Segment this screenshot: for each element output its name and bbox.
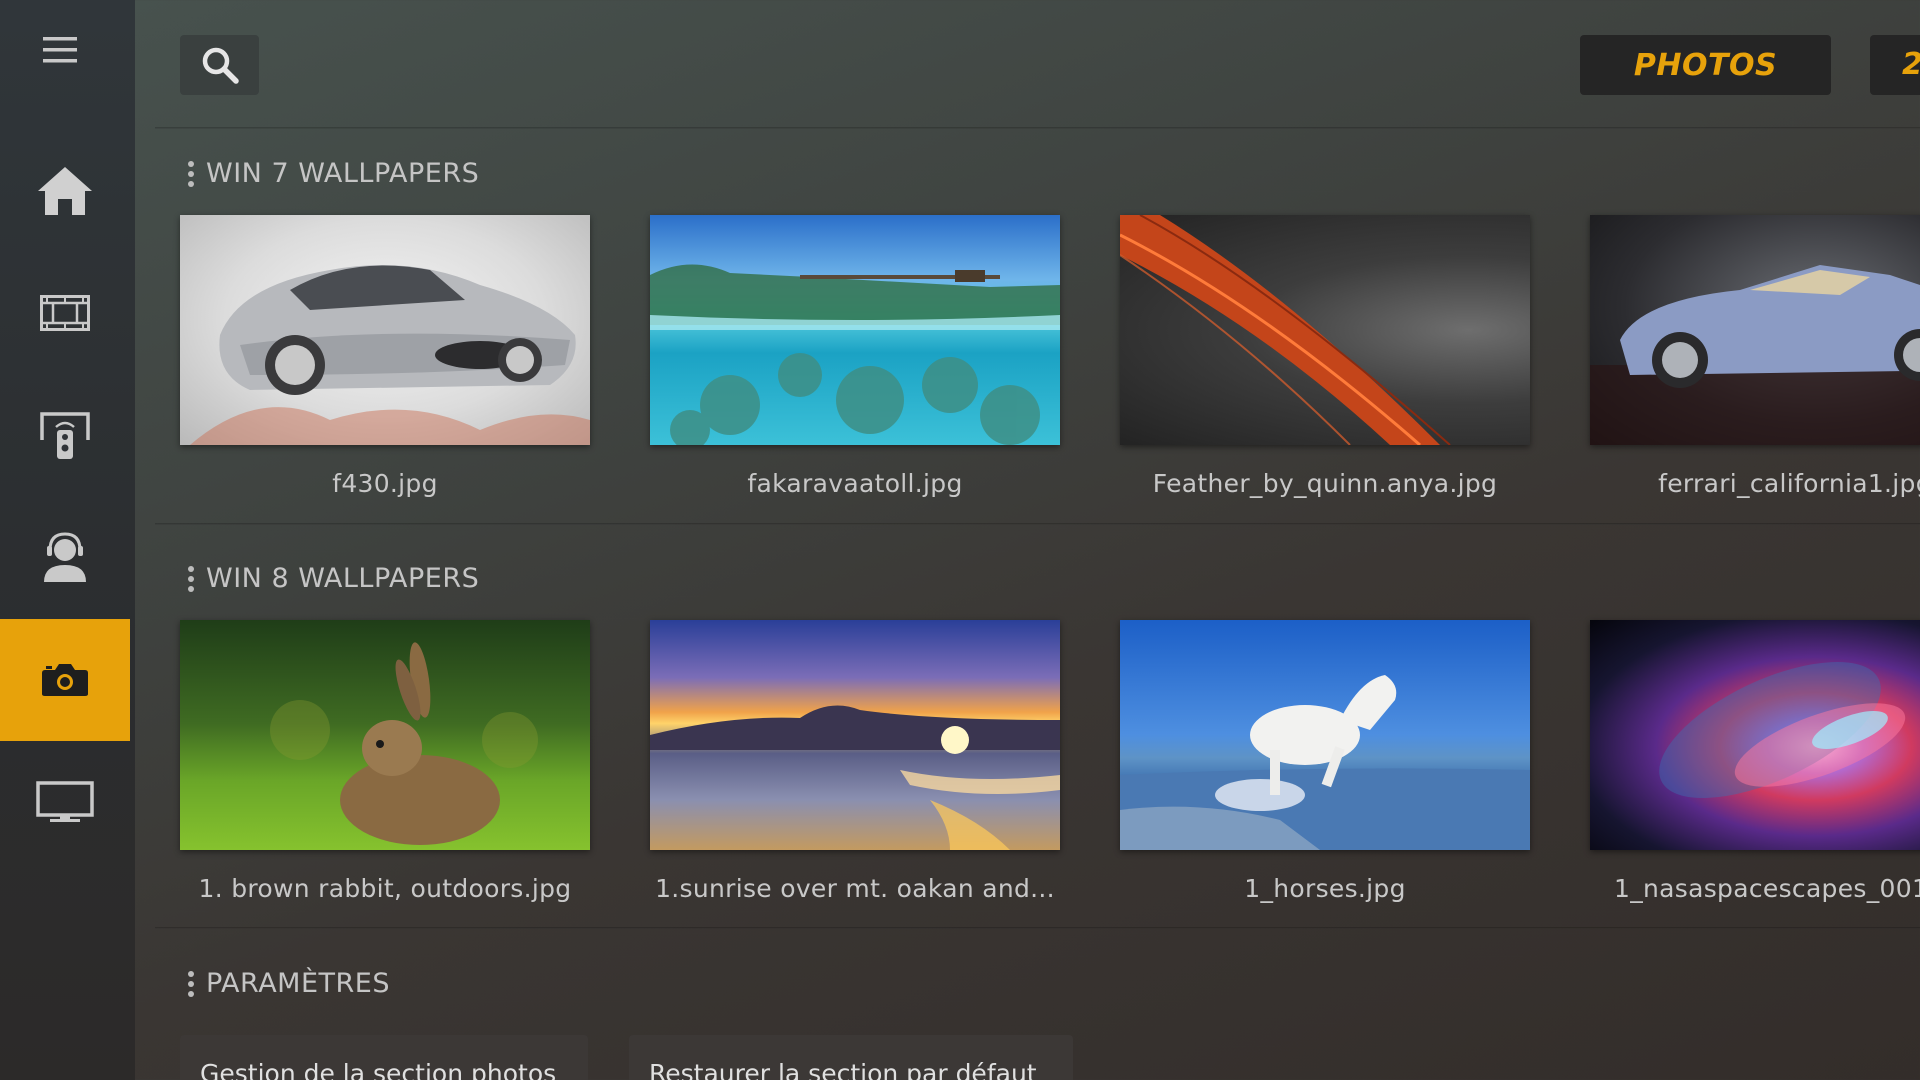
camera-icon [42, 664, 88, 696]
photo-tile[interactable]: 1. brown rabbit, outdoors.jpg [180, 620, 590, 903]
photo-caption: f430.jpg [332, 469, 438, 498]
section-title-text: WIN 7 WALLPAPERS [206, 158, 480, 189]
photo-thumbnail [650, 215, 1060, 445]
photo-tile[interactable]: f430.jpg [180, 215, 590, 498]
count-badge[interactable]: 2 [1870, 35, 1920, 95]
search-icon [202, 47, 239, 84]
sidebar-item-people[interactable] [0, 496, 130, 618]
divider [155, 523, 1920, 525]
user-headset-icon [44, 532, 86, 582]
photo-thumbnail [650, 620, 1060, 850]
photo-thumbnail [1120, 215, 1530, 445]
photo-caption: fakaravaatoll.jpg [747, 469, 963, 498]
sidebar-item-home[interactable] [0, 130, 130, 252]
photo-tile[interactable]: ferrari_california1.jpg [1590, 215, 1920, 498]
hamburger-menu-icon[interactable] [38, 30, 82, 70]
more-options-icon [188, 160, 194, 187]
photo-thumbnail [180, 215, 590, 445]
section-label-badge[interactable]: PHOTOS [1580, 35, 1831, 95]
remote-control-icon [40, 412, 90, 459]
photo-thumbnail [180, 620, 590, 850]
section-title-settings[interactable]: PARAMÈTRES [188, 968, 390, 999]
photo-caption: 1.sunrise over mt. oakan and... [655, 874, 1055, 903]
film-icon [40, 295, 90, 331]
divider [155, 127, 1920, 129]
sidebar-item-movies[interactable] [0, 252, 130, 374]
photo-caption: 1. brown rabbit, outdoors.jpg [198, 874, 572, 903]
sidebar [0, 0, 135, 1080]
more-options-icon [188, 970, 194, 997]
photo-caption: 1_nasaspacescapes_001.jpg [1614, 874, 1920, 903]
sidebar-item-tv[interactable] [0, 741, 130, 863]
photo-thumbnail [1590, 215, 1920, 445]
divider [155, 927, 1920, 929]
restore-default-section-button[interactable]: Restaurer la section par défaut [629, 1035, 1073, 1080]
tv-icon [36, 781, 94, 822]
photo-caption: 1_horses.jpg [1244, 874, 1406, 903]
more-options-icon [188, 565, 194, 592]
search-button[interactable] [180, 35, 259, 95]
manage-photos-section-button[interactable]: Gestion de la section photos [180, 1035, 588, 1080]
photo-caption: Feather_by_quinn.anya.jpg [1152, 469, 1498, 498]
home-icon [38, 167, 92, 215]
section-title-win7[interactable]: WIN 7 WALLPAPERS [188, 158, 479, 189]
photo-tile[interactable]: 1_nasaspacescapes_001.jpg [1590, 620, 1920, 903]
photo-tile[interactable]: Feather_by_quinn.anya.jpg [1120, 215, 1530, 498]
photo-tile[interactable]: 1.sunrise over mt. oakan and... [650, 620, 1060, 903]
sidebar-item-remote[interactable] [0, 374, 130, 496]
photo-thumbnail [1120, 620, 1530, 850]
sidebar-item-photos[interactable] [0, 619, 130, 741]
photo-caption: ferrari_california1.jpg [1658, 469, 1920, 498]
section-title-text: PARAMÈTRES [206, 968, 390, 999]
photo-thumbnail [1590, 620, 1920, 850]
section-title-win8[interactable]: WIN 8 WALLPAPERS [188, 563, 479, 594]
photo-tile[interactable]: fakaravaatoll.jpg [650, 215, 1060, 498]
photo-tile[interactable]: 1_horses.jpg [1120, 620, 1530, 903]
section-title-text: WIN 8 WALLPAPERS [206, 563, 480, 594]
